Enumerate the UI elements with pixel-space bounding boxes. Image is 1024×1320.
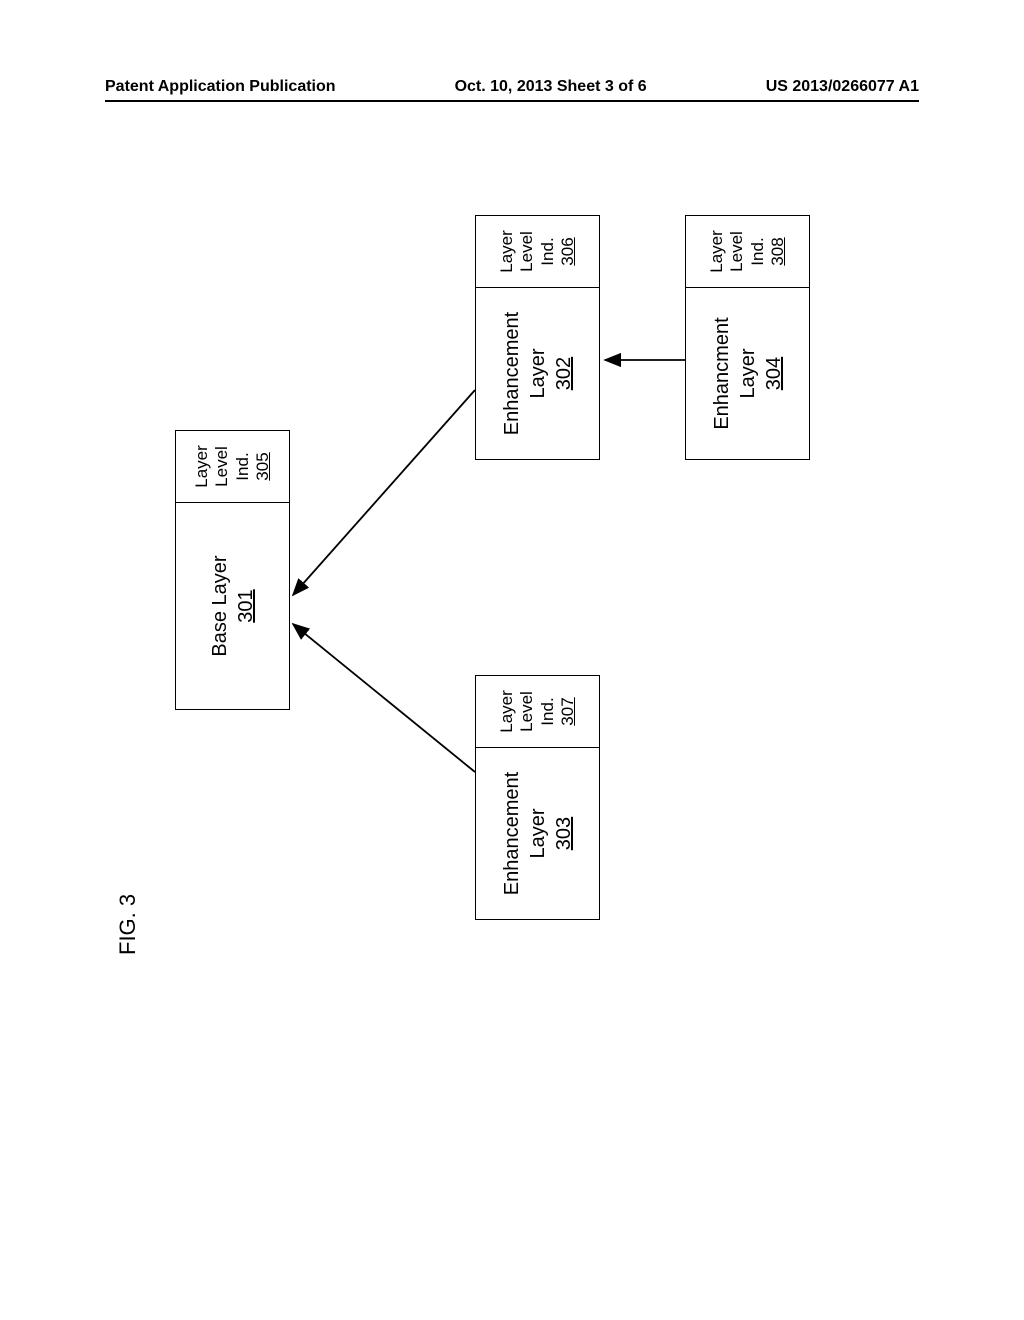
ind-line: Layer bbox=[497, 230, 517, 273]
enh302-main: Enhancement Layer 302 bbox=[476, 288, 599, 459]
enhancement-303-box: Enhancement Layer 303 Layer Level Ind. 3… bbox=[475, 675, 600, 920]
enh302-ind: Layer Level Ind. 306 bbox=[476, 216, 599, 288]
base-layer-box: Base Layer 301 Layer Level Ind. 305 bbox=[175, 430, 290, 710]
header-rule bbox=[105, 100, 919, 102]
header-center: Oct. 10, 2013 Sheet 3 of 6 bbox=[455, 78, 647, 96]
base-layer-ind: Layer Level Ind. 305 bbox=[176, 431, 289, 503]
ind-ref: 305 bbox=[253, 452, 273, 480]
ind-line: Level bbox=[212, 446, 232, 487]
ind-line: Layer bbox=[192, 445, 212, 488]
ind-ref: 308 bbox=[768, 237, 788, 265]
ind-ref: 306 bbox=[558, 237, 578, 265]
enh-title-line: Layer bbox=[735, 348, 761, 398]
header-right: US 2013/0266077 A1 bbox=[766, 78, 919, 96]
enh-title-line: Enhancement bbox=[499, 312, 525, 435]
enh-title-line: Enhancement bbox=[499, 772, 525, 895]
enh303-ind: Layer Level Ind. 307 bbox=[476, 676, 599, 748]
base-layer-main: Base Layer 301 bbox=[176, 503, 289, 709]
ind-line: Layer bbox=[497, 690, 517, 733]
enh304-ind: Layer Level Ind. 308 bbox=[686, 216, 809, 288]
ind-line: Layer bbox=[707, 230, 727, 273]
base-layer-ref: 301 bbox=[233, 589, 259, 622]
base-layer-title: Base Layer bbox=[207, 555, 233, 656]
enh-title-line: Layer bbox=[525, 808, 551, 858]
enh-title-line: Layer bbox=[525, 348, 551, 398]
enh303-main: Enhancement Layer 303 bbox=[476, 748, 599, 919]
header-left: Patent Application Publication bbox=[105, 78, 336, 96]
enh304-main: Enhancment Layer 304 bbox=[686, 288, 809, 459]
ind-ref: 307 bbox=[558, 697, 578, 725]
ind-line: Level bbox=[517, 231, 537, 272]
ind-line: Level bbox=[517, 691, 537, 732]
enh-title-line: Enhancment bbox=[709, 317, 735, 429]
enhancement-302-box: Enhancement Layer 302 Layer Level Ind. 3… bbox=[475, 215, 600, 460]
ind-line: Ind. bbox=[538, 697, 558, 725]
ind-line: Ind. bbox=[233, 452, 253, 480]
ind-line: Level bbox=[727, 231, 747, 272]
enh-ref: 304 bbox=[761, 357, 787, 390]
diagram-container: Base Layer 301 Layer Level Ind. 305 Enha… bbox=[115, 190, 875, 950]
ind-line: Ind. bbox=[748, 237, 768, 265]
enh-ref: 303 bbox=[551, 817, 577, 850]
enhancement-304-box: Enhancment Layer 304 Layer Level Ind. 30… bbox=[685, 215, 810, 460]
ind-line: Ind. bbox=[538, 237, 558, 265]
enh-ref: 302 bbox=[551, 357, 577, 390]
page-header: Patent Application Publication Oct. 10, … bbox=[0, 78, 1024, 96]
